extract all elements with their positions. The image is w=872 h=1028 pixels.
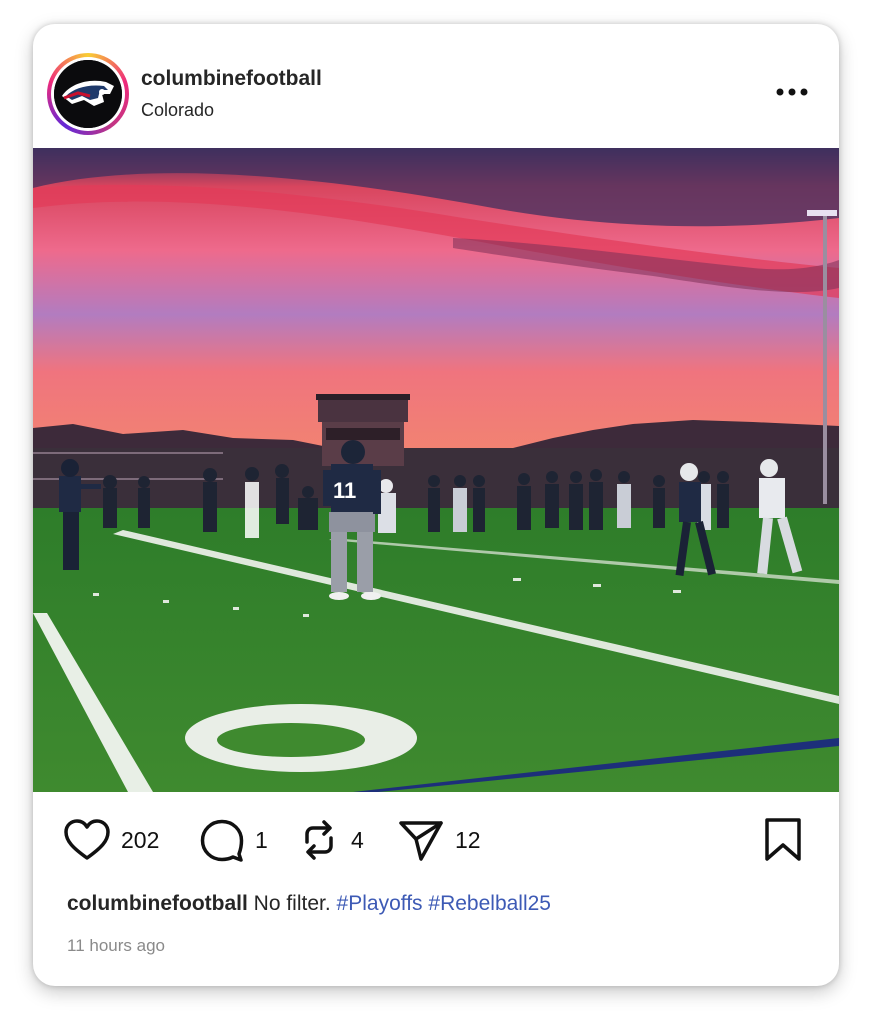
avatar[interactable]: [54, 60, 122, 128]
story-ring[interactable]: [47, 53, 129, 135]
team-logo-icon: [54, 60, 122, 128]
post-caption: columbinefootball No filter. #Playoffs #…: [67, 892, 551, 916]
hashtag-link[interactable]: #Rebelball25: [428, 892, 551, 915]
avatar-frame: [51, 57, 125, 131]
like-button[interactable]: 202: [63, 818, 159, 862]
post-card: columbinefootball Colorado 0 11 202 1 4 …: [33, 24, 839, 986]
comment-count: 1: [255, 826, 268, 853]
post-username[interactable]: columbinefootball: [141, 67, 322, 91]
caption-text: No filter.: [253, 892, 331, 915]
heart-icon: [64, 819, 110, 860]
post-location[interactable]: Colorado: [141, 100, 214, 121]
sunset-football-practice-image: 0 11: [33, 148, 839, 792]
share-button[interactable]: 12: [397, 818, 481, 862]
repost-icon: [305, 820, 333, 860]
share-count: 12: [455, 826, 481, 853]
more-options-icon: [776, 88, 808, 96]
hashtag-link[interactable]: #Playoffs: [337, 892, 423, 915]
comment-icon: [200, 819, 244, 862]
jersey-number: 11: [333, 478, 356, 503]
save-button[interactable]: [763, 818, 803, 862]
post-photo[interactable]: 0 11: [33, 148, 839, 792]
more-options-button[interactable]: [770, 72, 814, 112]
caption-username[interactable]: columbinefootball: [67, 892, 248, 915]
action-bar: 202 1 4 12: [33, 804, 839, 874]
post-timestamp: 11 hours ago: [67, 936, 165, 955]
bookmark-icon: [765, 818, 801, 861]
like-count: 202: [121, 826, 160, 853]
comment-button[interactable]: 1: [199, 818, 268, 862]
repost-button[interactable]: 4: [297, 818, 364, 862]
repost-count: 4: [351, 826, 364, 853]
send-icon: [399, 821, 443, 861]
post-header: columbinefootball Colorado: [33, 24, 839, 148]
